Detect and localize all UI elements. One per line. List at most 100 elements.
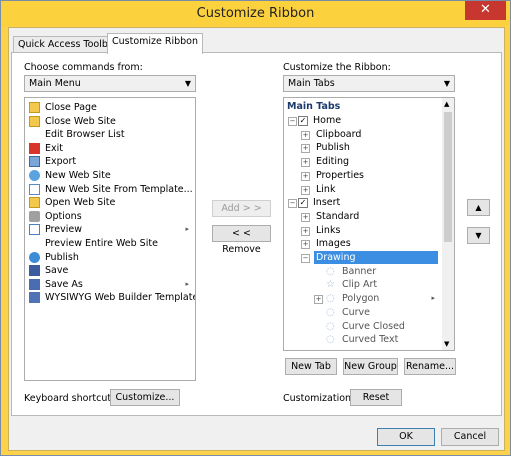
options-icon xyxy=(29,210,40,222)
tree-item[interactable]: − Drawing xyxy=(284,251,439,264)
banner-icon: ◌ xyxy=(326,265,335,277)
list-item-label: Save As xyxy=(45,278,83,290)
expand-icon[interactable]: + xyxy=(301,240,310,250)
customize-ribbon-label: Customize the Ribbon: xyxy=(283,62,391,73)
tree-item[interactable]: ◌ Banner xyxy=(284,265,439,278)
tree-item[interactable]: + Properties xyxy=(284,169,439,182)
commands-list[interactable]: Close Page Close Web Site Edit Browser Lis… xyxy=(24,97,196,381)
list-item[interactable]: Export xyxy=(25,155,195,168)
list-item[interactable]: Preview Entire Web Site xyxy=(25,237,195,250)
rename-button[interactable]: Rename... xyxy=(404,358,456,375)
reset-button[interactable]: Reset xyxy=(350,389,402,406)
scroll-down-icon[interactable]: ▼ xyxy=(444,340,449,348)
collapse-icon[interactable]: − xyxy=(288,117,297,126)
tree-scrollbar[interactable]: ▲ ▼ xyxy=(442,98,454,350)
tree-item[interactable]: ◌ Curved Text xyxy=(284,333,439,346)
add-button[interactable]: Add > > xyxy=(212,200,271,217)
tree-item-label: Curve xyxy=(342,306,371,318)
scroll-thumb[interactable] xyxy=(444,112,452,242)
tree-item[interactable]: + Publish xyxy=(284,141,439,154)
curve-icon: ◌ xyxy=(326,306,335,318)
tree-item-label: Editing xyxy=(316,156,350,168)
new-site-icon xyxy=(29,170,40,181)
curved-text-icon: ◌ xyxy=(326,334,335,346)
move-down-button[interactable]: ▼ xyxy=(467,227,490,244)
tree-item[interactable]: − ✓ Insert xyxy=(284,196,439,209)
list-item[interactable]: Open Web Site xyxy=(25,196,195,209)
list-item[interactable]: Exit xyxy=(25,142,195,155)
expand-icon[interactable]: + xyxy=(301,130,310,140)
chevron-down-icon: ▼ xyxy=(443,79,450,88)
list-item[interactable]: New Web Site From Template... xyxy=(25,183,195,196)
scroll-up-icon[interactable]: ▲ xyxy=(444,100,449,108)
list-item-label: New Web Site From Template... xyxy=(45,183,193,195)
folder-icon xyxy=(29,197,40,209)
tree-item[interactable]: + Images xyxy=(284,237,439,250)
ribbon-tabs-combo[interactable]: Main Tabs ▼ xyxy=(283,75,455,92)
expand-icon[interactable]: + xyxy=(301,144,310,154)
save-template-icon xyxy=(29,292,40,304)
save-icon xyxy=(29,265,40,277)
tree-item[interactable]: ☆ Clip Art xyxy=(284,278,439,291)
list-item[interactable]: WYSIWYG Web Builder Template xyxy=(25,291,195,304)
expand-icon[interactable]: + xyxy=(301,185,310,195)
list-item[interactable]: Save As ▸ xyxy=(25,278,195,291)
list-item[interactable]: Options xyxy=(25,210,195,223)
tab-checkbox[interactable]: ✓ xyxy=(298,116,308,126)
tree-item-label: Curve Closed xyxy=(342,320,405,332)
tab-page: Choose commands from: Main Menu ▼ Close … xyxy=(11,52,502,416)
new-group-button[interactable]: New Group xyxy=(343,358,398,375)
publish-icon xyxy=(29,251,40,263)
list-item[interactable]: Publish xyxy=(25,251,195,264)
tree-item[interactable]: ◌ Curve Closed xyxy=(284,320,439,333)
title-bar: Customize Ribbon ✕ xyxy=(1,1,510,26)
tree-item-label: Polygon xyxy=(342,293,380,305)
expand-icon[interactable]: + xyxy=(301,158,310,168)
list-item-label: Exit xyxy=(45,142,63,154)
tab-checkbox[interactable]: ✓ xyxy=(298,198,308,209)
list-item-label: Preview xyxy=(45,224,82,236)
list-item[interactable]: New Web Site xyxy=(25,169,195,182)
submenu-arrow-icon: ▸ xyxy=(185,279,189,288)
exit-icon xyxy=(29,142,40,154)
tree-header: Main Tabs xyxy=(287,101,341,112)
ok-button[interactable]: OK xyxy=(377,428,435,446)
customize-keyboard-button[interactable]: Customize... xyxy=(110,389,180,406)
commands-source-combo[interactable]: Main Menu ▼ xyxy=(24,75,196,92)
ribbon-tree[interactable]: Main Tabs ▲ ▼ − ✓ Home + Clipboard + Publish + E… xyxy=(283,97,455,351)
tree-item-label: Curved Text xyxy=(342,334,399,346)
tree-item[interactable]: ◌ Curve xyxy=(284,306,439,319)
list-item[interactable]: Save xyxy=(25,264,195,277)
tree-item[interactable]: + Standard xyxy=(284,210,439,223)
close-button[interactable]: ✕ xyxy=(465,1,506,20)
tree-item[interactable]: + ◌ Polygon ▸ xyxy=(284,292,439,305)
list-item-label: Preview Entire Web Site xyxy=(45,238,158,249)
tree-item[interactable]: + Link xyxy=(284,183,439,196)
tree-item-label: Images xyxy=(316,238,351,250)
tree-item[interactable]: − ✓ Home xyxy=(284,114,439,127)
tree-item-label: Clipboard xyxy=(316,128,362,140)
list-item-label: Open Web Site xyxy=(45,197,116,209)
tab-customize-ribbon[interactable]: Customize Ribbon xyxy=(107,33,204,54)
list-item[interactable]: Close Page xyxy=(25,101,195,114)
list-item-label: Publish xyxy=(45,251,79,263)
collapse-icon[interactable]: − xyxy=(301,254,310,263)
list-item[interactable]: Preview ▸ xyxy=(25,223,195,236)
list-item[interactable]: Close Web Site xyxy=(25,115,195,128)
list-item[interactable]: Edit Browser List xyxy=(25,128,195,141)
tree-item[interactable]: + Editing xyxy=(284,155,439,168)
clipart-icon: ☆ xyxy=(326,279,335,291)
collapse-icon[interactable]: − xyxy=(288,199,297,209)
tree-item[interactable]: + Links xyxy=(284,224,439,237)
expand-icon[interactable]: + xyxy=(301,212,310,222)
tree-item[interactable]: + Clipboard xyxy=(284,128,439,141)
expand-icon[interactable]: + xyxy=(301,171,310,181)
expand-icon[interactable]: + xyxy=(314,295,323,305)
expand-icon[interactable]: + xyxy=(301,226,310,236)
cancel-button[interactable]: Cancel xyxy=(441,428,499,446)
curve-closed-icon: ◌ xyxy=(326,320,335,332)
remove-button[interactable]: < < Remove xyxy=(212,225,271,255)
list-item-label: Options xyxy=(45,210,82,222)
move-up-button[interactable]: ▲ xyxy=(467,199,490,216)
new-tab-button[interactable]: New Tab xyxy=(285,358,337,375)
